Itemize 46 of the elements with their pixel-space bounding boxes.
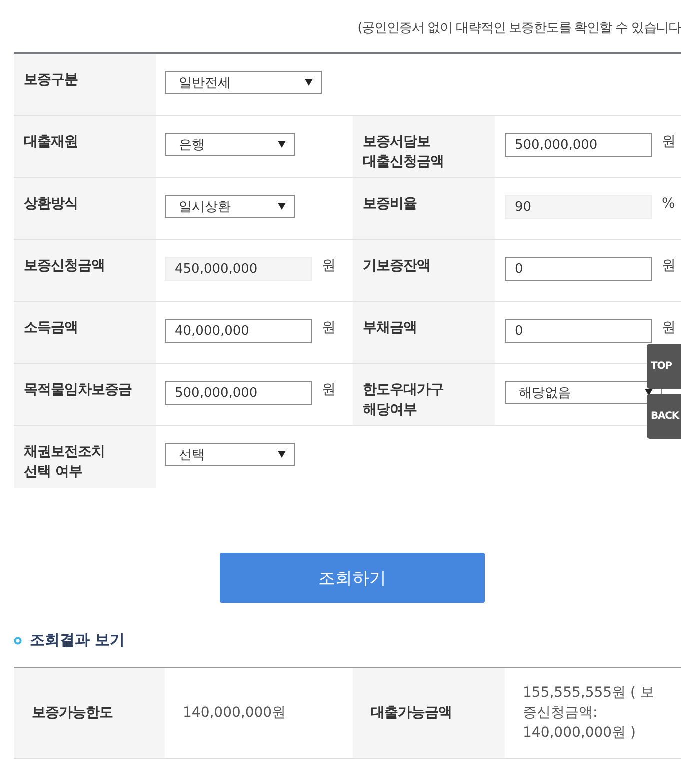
result-label: 대출가능금액 <box>353 668 505 758</box>
field-label: 보증구분 <box>14 54 156 115</box>
unit-text: 원 <box>662 133 676 151</box>
caret-icon <box>278 451 286 458</box>
search-button[interactable]: 조회하기 <box>220 553 485 603</box>
field-label: 한도우대가구 해당여부 <box>353 364 495 425</box>
input-field[interactable]: 500,000,000 <box>165 381 312 405</box>
unit-text: 원 <box>322 319 336 337</box>
field-label: 대출재원 <box>14 116 156 177</box>
field-label: 보증서담보 대출신청금액 <box>353 116 495 177</box>
input-field[interactable]: 40,000,000 <box>165 319 312 343</box>
field-label: 보증비율 <box>353 178 495 239</box>
field-label: 기보증잔액 <box>353 240 495 301</box>
section-title: 조회결과 보기 <box>30 631 126 650</box>
unit-text: 원 <box>322 381 336 399</box>
result-value: 140,000,000원 <box>183 704 286 722</box>
field-label: 소득금액 <box>14 302 156 363</box>
field-label: 부채금액 <box>353 302 495 363</box>
field-label: 상환방식 <box>14 178 156 239</box>
field-label: 목적물임차보증금 <box>14 364 156 425</box>
dropdown[interactable]: 선택 <box>165 443 295 466</box>
result-label: 보증가능한도 <box>14 668 165 758</box>
input-field[interactable]: 500,000,000 <box>505 133 652 157</box>
input-field[interactable]: 90 <box>505 195 652 219</box>
result-value: 155,555,555원 ( 보증신청금액: 140,000,000원 ) <box>523 684 656 743</box>
input-field[interactable]: 0 <box>505 257 652 281</box>
unit-text: 원 <box>322 257 336 275</box>
caret-icon <box>278 203 286 210</box>
caret-icon <box>278 141 286 148</box>
unit-text: 원 <box>662 319 676 337</box>
dropdown[interactable]: 일반전세 <box>165 71 322 94</box>
caret-icon <box>645 389 653 396</box>
side-button[interactable]: TOP <box>647 344 681 389</box>
dropdown[interactable]: 은행 <box>165 133 295 156</box>
bullet-icon <box>14 636 22 644</box>
field-label: 보증신청금액 <box>14 240 156 301</box>
input-field[interactable]: 450,000,000 <box>165 257 312 281</box>
unit-text: % <box>662 195 676 213</box>
side-button[interactable]: BACK <box>647 394 681 439</box>
notice-text: (공인인증서 없이 대략적인 보증한도를 확인할 수 있습니다 <box>356 20 681 38</box>
unit-text: 원 <box>662 257 676 275</box>
input-field[interactable]: 0 <box>505 319 652 343</box>
caret-icon <box>305 79 313 86</box>
dropdown[interactable]: 일시상환 <box>165 195 295 218</box>
field-label: 채권보전조치 선택 여부 <box>14 426 156 488</box>
dropdown[interactable]: 해당없음 <box>505 381 662 404</box>
